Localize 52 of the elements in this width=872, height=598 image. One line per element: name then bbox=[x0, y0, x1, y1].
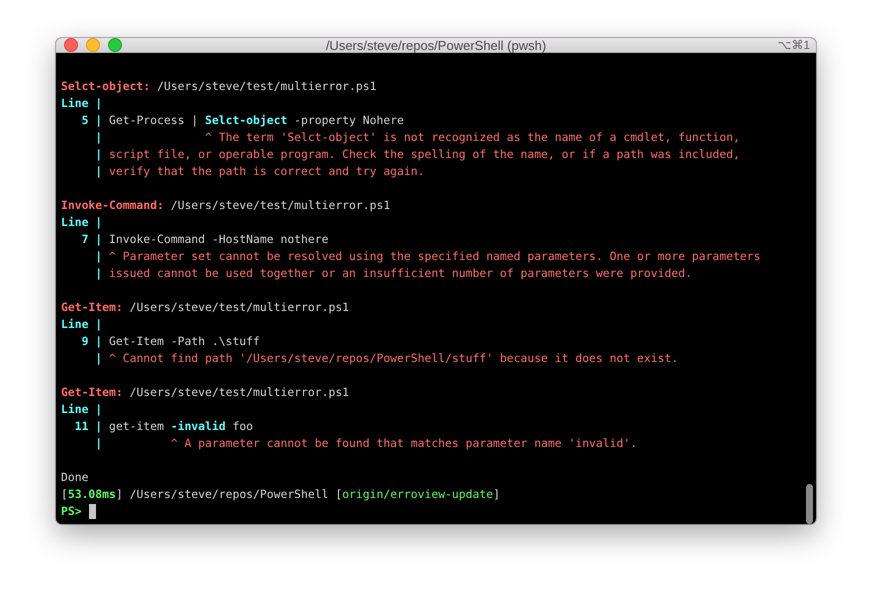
terminal-text: issued cannot be used together or an insufficient number of parameters were provided. bbox=[108, 265, 692, 282]
terminal-text: ^ The term 'Selct-object' is not recognized as the name of a cmdlet, function, bbox=[204, 129, 740, 146]
terminal-text: | bbox=[94, 350, 102, 367]
terminal-text: Line | bbox=[61, 95, 102, 112]
terminal-text: -property Nohere bbox=[293, 112, 404, 129]
terminal-text: 9 | bbox=[80, 333, 102, 350]
terminal-text: /Users/steve/test/multierror.ps1 bbox=[128, 299, 350, 316]
terminal-text: Get-Item: bbox=[61, 299, 123, 316]
terminal-text: [ bbox=[61, 486, 68, 503]
terminal-text: Line | bbox=[61, 401, 102, 418]
terminal-text: | bbox=[94, 265, 102, 282]
terminal-text: Invoke-Command -HostName nothere bbox=[108, 231, 328, 248]
terminal-text: | bbox=[94, 248, 102, 265]
terminal-text: ] /Users/steve/repos/PowerShell [ bbox=[116, 486, 342, 503]
terminal-text: 53.08ms bbox=[68, 486, 116, 503]
terminal-text: | bbox=[94, 146, 102, 163]
terminal-text: Selct-object bbox=[205, 112, 288, 129]
prompt-text: PS> bbox=[61, 503, 82, 520]
terminal-text: Done bbox=[61, 469, 88, 486]
terminal-text: 7 | bbox=[80, 231, 102, 248]
terminal-text: | bbox=[94, 435, 102, 452]
terminal-text: ^ Parameter set cannot be resolved using the specified named parameters. One or more parameters bbox=[108, 248, 760, 265]
text-cursor bbox=[88, 504, 96, 519]
terminal-text: 11 | bbox=[74, 418, 102, 435]
close-button[interactable] bbox=[64, 38, 78, 52]
terminal-text: Get-Item -Path .\stuff bbox=[108, 333, 260, 350]
terminal-text: Line | bbox=[61, 214, 102, 231]
terminal-text: ] bbox=[493, 486, 500, 503]
terminal-text: /Users/steve/test/multierror.ps1 bbox=[156, 78, 376, 95]
shortcut-label: ⌥⌘1 bbox=[777, 38, 811, 52]
terminal-text: origin/erroview-update bbox=[342, 486, 494, 503]
terminal-text: /Users/steve/test/multierror.ps1 bbox=[128, 384, 350, 401]
terminal-text: Line | bbox=[61, 316, 102, 333]
terminal-text: script file, or operable program. Check the spelling of the name, or if a path was included, bbox=[108, 146, 740, 163]
terminal-text: ^ A parameter cannot be found that matches parameter name 'invalid'. bbox=[170, 435, 638, 452]
terminal-text: | bbox=[94, 163, 102, 180]
terminal-text: | bbox=[94, 129, 102, 146]
terminal-text: foo bbox=[231, 418, 254, 435]
terminal-text: /Users/steve/test/multierror.ps1 bbox=[170, 197, 390, 214]
terminal-text: get-item bbox=[108, 418, 165, 435]
terminal-text: ^ Cannot find path '/Users/steve/repos/PowerShell/stuff' because it does not exist. bbox=[108, 350, 678, 367]
terminal-text: Invoke-Command: bbox=[61, 197, 164, 214]
terminal-text: 5 | bbox=[80, 112, 102, 129]
terminal-text: Selct-object: bbox=[61, 78, 150, 95]
window-title: /Users/steve/repos/PowerShell (pwsh) bbox=[326, 38, 546, 52]
zoom-button[interactable] bbox=[108, 38, 122, 52]
scrollbar-thumb[interactable] bbox=[806, 484, 813, 524]
terminal-text: Get-Item: bbox=[61, 384, 123, 401]
minimize-button[interactable] bbox=[86, 38, 100, 52]
terminal-text: -invalid bbox=[170, 418, 226, 435]
terminal-text: Get-Process | bbox=[108, 112, 200, 129]
terminal-text: verify that the path is correct and try again. bbox=[108, 163, 424, 180]
